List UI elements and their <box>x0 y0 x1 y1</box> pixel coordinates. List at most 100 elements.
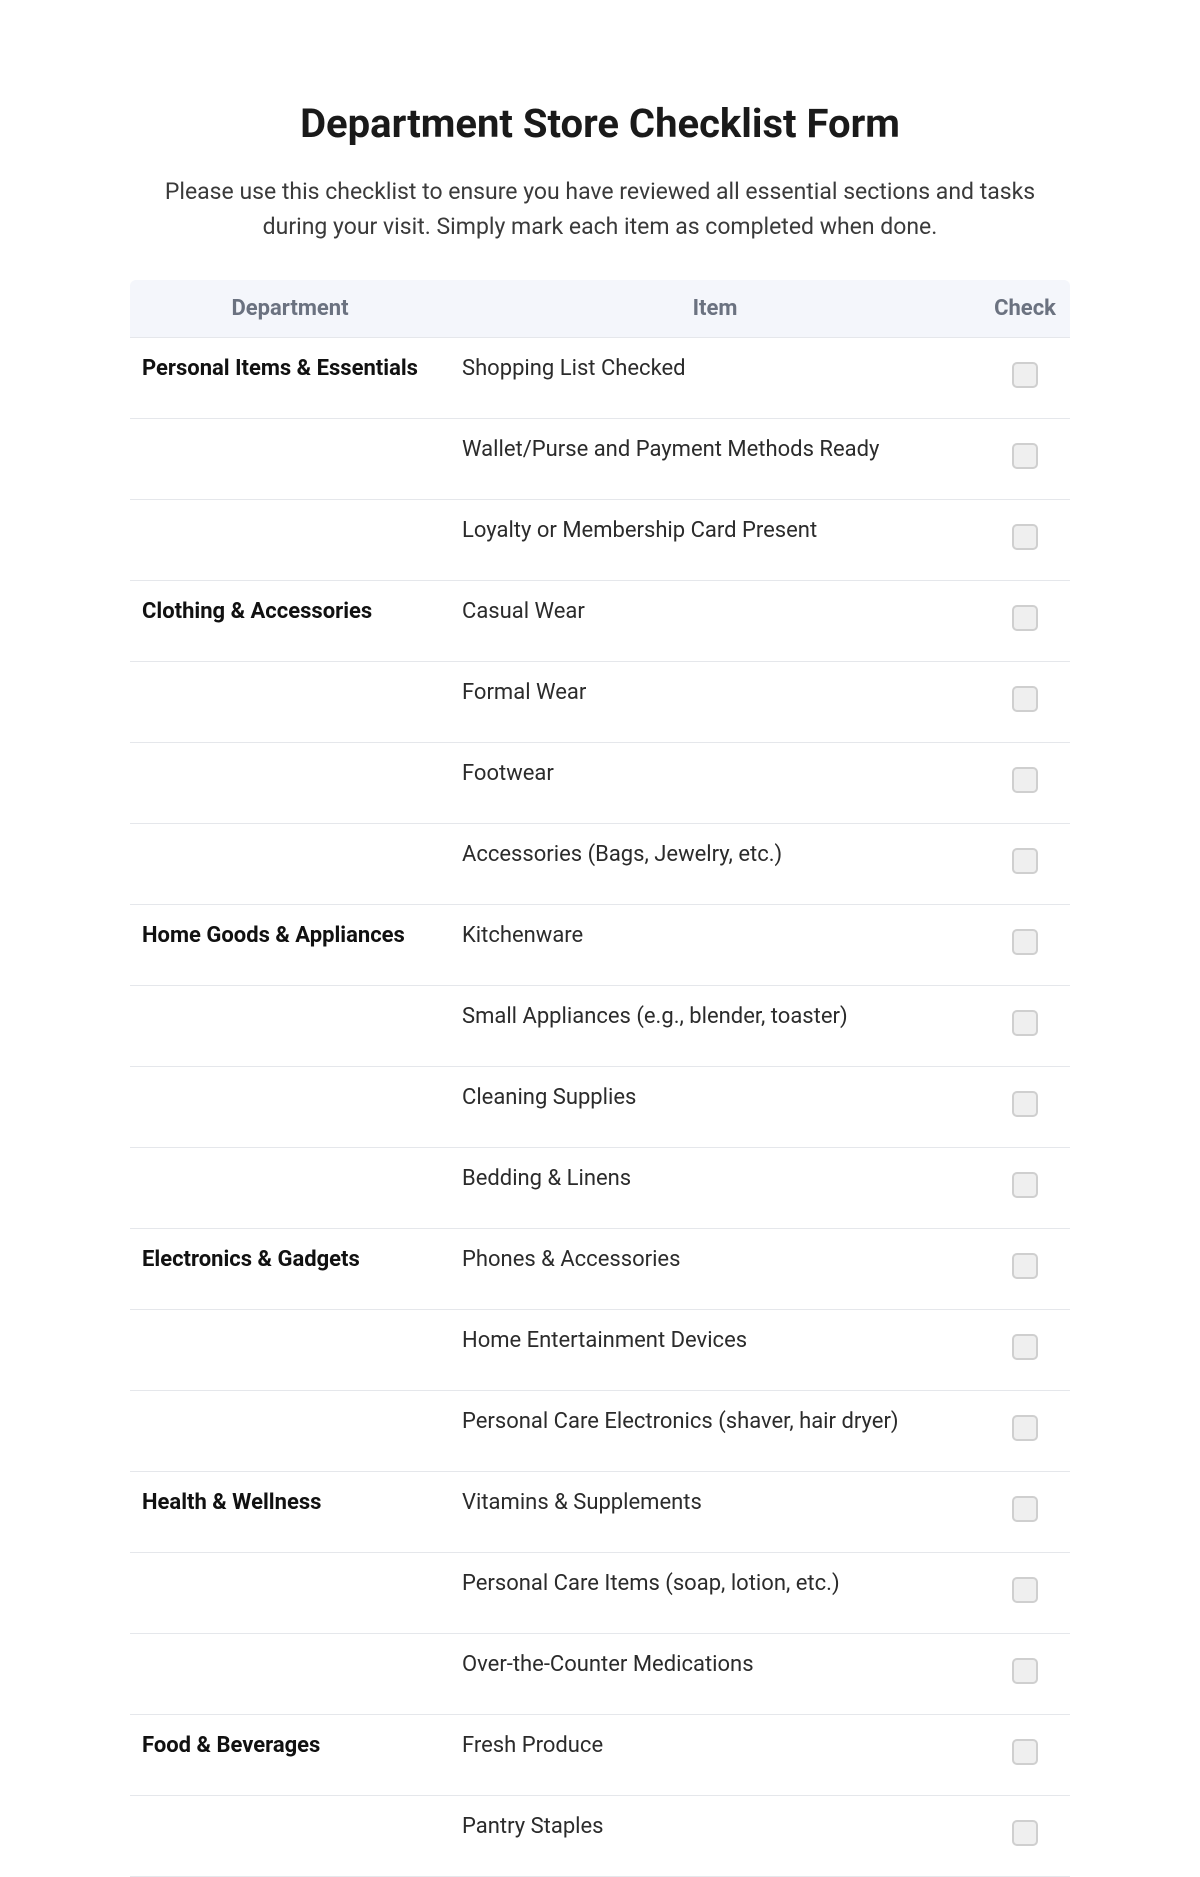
table-row: Over-the-Counter Medications <box>130 1634 1070 1715</box>
department-cell <box>130 1553 450 1634</box>
item-cell: Over-the-Counter Medications <box>450 1634 980 1715</box>
checkbox[interactable] <box>1012 443 1038 469</box>
department-cell <box>130 1634 450 1715</box>
checkbox[interactable] <box>1012 1496 1038 1522</box>
checkbox[interactable] <box>1012 1172 1038 1198</box>
department-cell <box>130 1067 450 1148</box>
check-cell <box>980 1472 1070 1553</box>
item-cell: Personal Care Electronics (shaver, hair … <box>450 1391 980 1472</box>
department-cell <box>130 824 450 905</box>
page: Department Store Checklist Form Please u… <box>0 0 1200 1877</box>
checkbox[interactable] <box>1012 848 1038 874</box>
check-cell <box>980 1148 1070 1229</box>
check-cell <box>980 338 1070 419</box>
checklist-table: Department Item Check Personal Items & E… <box>130 280 1070 1877</box>
check-cell <box>980 1553 1070 1634</box>
item-cell: Wallet/Purse and Payment Methods Ready <box>450 419 980 500</box>
check-cell <box>980 743 1070 824</box>
check-cell <box>980 1229 1070 1310</box>
table-header-row: Department Item Check <box>130 280 1070 338</box>
check-cell <box>980 1310 1070 1391</box>
item-cell: Vitamins & Supplements <box>450 1472 980 1553</box>
item-cell: Personal Care Items (soap, lotion, etc.) <box>450 1553 980 1634</box>
check-cell <box>980 1391 1070 1472</box>
item-cell: Home Entertainment Devices <box>450 1310 980 1391</box>
department-cell <box>130 419 450 500</box>
department-cell <box>130 1148 450 1229</box>
table-row: Footwear <box>130 743 1070 824</box>
page-intro: Please use this checklist to ensure you … <box>160 175 1040 244</box>
table-row: Electronics & GadgetsPhones & Accessorie… <box>130 1229 1070 1310</box>
item-cell: Small Appliances (e.g., blender, toaster… <box>450 986 980 1067</box>
table-row: Personal Items & EssentialsShopping List… <box>130 338 1070 419</box>
checkbox[interactable] <box>1012 524 1038 550</box>
item-cell: Formal Wear <box>450 662 980 743</box>
col-header-check: Check <box>980 280 1070 338</box>
checkbox[interactable] <box>1012 1091 1038 1117</box>
checkbox[interactable] <box>1012 686 1038 712</box>
table-row: Cleaning Supplies <box>130 1067 1070 1148</box>
checkbox[interactable] <box>1012 1415 1038 1441</box>
check-cell <box>980 500 1070 581</box>
table-row: Formal Wear <box>130 662 1070 743</box>
department-cell: Food & Beverages <box>130 1715 450 1796</box>
checkbox[interactable] <box>1012 605 1038 631</box>
check-cell <box>980 581 1070 662</box>
department-cell <box>130 500 450 581</box>
item-cell: Bedding & Linens <box>450 1148 980 1229</box>
table-row: Home Goods & AppliancesKitchenware <box>130 905 1070 986</box>
col-header-department: Department <box>130 280 450 338</box>
table-row: Loyalty or Membership Card Present <box>130 500 1070 581</box>
page-title: Department Store Checklist Form <box>130 100 1070 147</box>
department-cell <box>130 1796 450 1877</box>
table-row: Health & WellnessVitamins & Supplements <box>130 1472 1070 1553</box>
table-row: Personal Care Items (soap, lotion, etc.) <box>130 1553 1070 1634</box>
table-row: Bedding & Linens <box>130 1148 1070 1229</box>
table-row: Small Appliances (e.g., blender, toaster… <box>130 986 1070 1067</box>
item-cell: Fresh Produce <box>450 1715 980 1796</box>
check-cell <box>980 986 1070 1067</box>
checkbox[interactable] <box>1012 362 1038 388</box>
item-cell: Accessories (Bags, Jewelry, etc.) <box>450 824 980 905</box>
check-cell <box>980 1715 1070 1796</box>
check-cell <box>980 824 1070 905</box>
department-cell: Personal Items & Essentials <box>130 338 450 419</box>
item-cell: Kitchenware <box>450 905 980 986</box>
item-cell: Footwear <box>450 743 980 824</box>
checkbox[interactable] <box>1012 1577 1038 1603</box>
item-cell: Pantry Staples <box>450 1796 980 1877</box>
check-cell <box>980 662 1070 743</box>
check-cell <box>980 1067 1070 1148</box>
checkbox[interactable] <box>1012 929 1038 955</box>
check-cell <box>980 1634 1070 1715</box>
check-cell <box>980 905 1070 986</box>
table-row: Home Entertainment Devices <box>130 1310 1070 1391</box>
table-row: Accessories (Bags, Jewelry, etc.) <box>130 824 1070 905</box>
item-cell: Loyalty or Membership Card Present <box>450 500 980 581</box>
department-cell <box>130 986 450 1067</box>
checkbox[interactable] <box>1012 1010 1038 1036</box>
department-cell: Health & Wellness <box>130 1472 450 1553</box>
checkbox[interactable] <box>1012 767 1038 793</box>
department-cell <box>130 662 450 743</box>
table-row: Food & BeveragesFresh Produce <box>130 1715 1070 1796</box>
item-cell: Shopping List Checked <box>450 338 980 419</box>
check-cell <box>980 419 1070 500</box>
checkbox[interactable] <box>1012 1658 1038 1684</box>
checkbox[interactable] <box>1012 1820 1038 1846</box>
department-cell: Electronics & Gadgets <box>130 1229 450 1310</box>
department-cell <box>130 743 450 824</box>
item-cell: Casual Wear <box>450 581 980 662</box>
checkbox[interactable] <box>1012 1334 1038 1360</box>
department-cell <box>130 1310 450 1391</box>
department-cell <box>130 1391 450 1472</box>
item-cell: Cleaning Supplies <box>450 1067 980 1148</box>
checkbox[interactable] <box>1012 1739 1038 1765</box>
item-cell: Phones & Accessories <box>450 1229 980 1310</box>
checkbox[interactable] <box>1012 1253 1038 1279</box>
table-row: Clothing & AccessoriesCasual Wear <box>130 581 1070 662</box>
table-row: Wallet/Purse and Payment Methods Ready <box>130 419 1070 500</box>
department-cell: Home Goods & Appliances <box>130 905 450 986</box>
department-cell: Clothing & Accessories <box>130 581 450 662</box>
check-cell <box>980 1796 1070 1877</box>
